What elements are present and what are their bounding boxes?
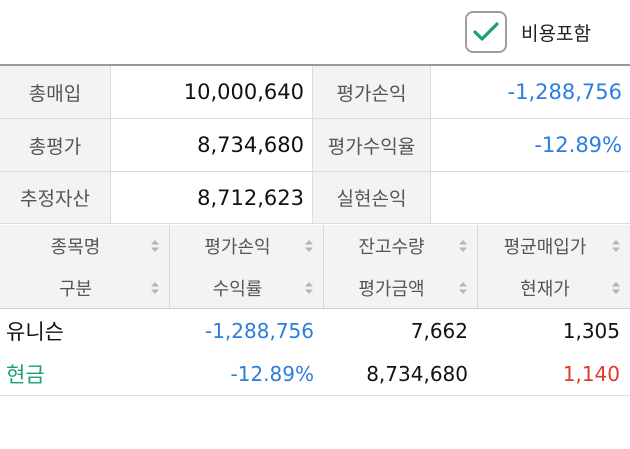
header-label: 수익률 — [212, 278, 263, 300]
table-header-row: 구분 수익률 평가금액 현재가 — [0, 267, 630, 309]
avg-price-cell: 1,305 — [562, 318, 620, 343]
sort-icon — [151, 281, 159, 294]
sort-header-avg-price[interactable]: 평균매입가 — [478, 225, 630, 267]
summary-row: 총매입 10,000,640 평가손익 -1,288,756 — [0, 66, 630, 119]
include-cost-label: 비용포함 — [521, 22, 591, 45]
total-eval-label: 총평가 — [0, 119, 111, 171]
total-eval-value: 8,734,680 — [111, 119, 313, 171]
header-label: 평가손익 — [204, 237, 271, 258]
realized-pl-label: 실현손익 — [313, 172, 431, 223]
sort-icon — [459, 240, 467, 252]
header-label: 구분 — [58, 278, 93, 300]
sort-header-quantity[interactable]: 잔고수량 — [324, 225, 478, 267]
eval-pl-label: 평가손익 — [313, 66, 431, 118]
sort-icon — [612, 281, 620, 294]
eval-return-label: 평가수익율 — [313, 119, 431, 171]
est-assets-value: 8,712,623 — [111, 172, 313, 223]
sort-header-category[interactable]: 구분 — [0, 267, 170, 308]
realized-pl-value — [431, 172, 630, 223]
include-cost-checkbox[interactable] — [465, 11, 507, 53]
table-row: 유니슨 -1,288,756 7,662 1,305 — [0, 309, 630, 352]
table-header-row: 종목명 평가손익 잔고수량 평균매입가 — [0, 225, 630, 267]
checkmark-icon — [473, 22, 499, 41]
sort-icon — [305, 240, 313, 252]
stock-name: 유니슨 — [6, 319, 64, 344]
summary-row: 총평가 8,734,680 평가수익율 -12.89% — [0, 119, 630, 172]
summary-row: 추정자산 8,712,623 실현손익 — [0, 172, 630, 224]
account-summary: 총매입 10,000,640 평가손익 -1,288,756 총평가 8,734… — [0, 66, 630, 224]
total-purchase-value: 10,000,640 — [111, 66, 313, 118]
eval-pl-value: -1,288,756 — [507, 80, 622, 104]
return-rate-cell: -12.89% — [170, 352, 324, 395]
header-label: 평가금액 — [358, 278, 425, 300]
header-label: 평균매입가 — [503, 237, 587, 258]
eval-return-value: -12.89% — [534, 133, 622, 157]
eval-amount-cell: 8,734,680 — [366, 361, 468, 386]
sort-header-eval-pl[interactable]: 평가손익 — [170, 225, 324, 267]
options-bar: 비용포함 — [0, 0, 630, 66]
header-label: 종목명 — [50, 237, 101, 258]
include-cost-toggle[interactable]: 비용포함 — [465, 11, 591, 53]
total-purchase-label: 총매입 — [0, 66, 111, 118]
table-row: 현금 -12.89% 8,734,680 1,140 — [0, 352, 630, 395]
header-label: 잔고수량 — [358, 237, 425, 258]
holdings-table: 종목명 평가손익 잔고수량 평균매입가 구분 수익률 평가금액 현재가 유니슨 … — [0, 225, 630, 396]
sort-header-stock-name[interactable]: 종목명 — [0, 225, 170, 267]
category-cell: 현금 — [6, 362, 45, 387]
holding-item[interactable]: 유니슨 -1,288,756 7,662 1,305 현금 -12.89% 8,… — [0, 309, 630, 396]
sort-icon — [612, 240, 620, 252]
sort-icon — [151, 240, 159, 252]
sort-icon — [459, 281, 467, 294]
sort-header-return-rate[interactable]: 수익률 — [170, 267, 324, 308]
header-label: 현재가 — [520, 278, 570, 300]
sort-icon — [305, 281, 313, 294]
eval-pl-cell: -1,288,756 — [170, 309, 324, 352]
current-price-cell: 1,140 — [562, 361, 620, 386]
est-assets-label: 추정자산 — [0, 172, 111, 223]
sort-header-current-price[interactable]: 현재가 — [478, 267, 630, 308]
sort-header-eval-amount[interactable]: 평가금액 — [324, 267, 478, 308]
quantity-cell: 7,662 — [410, 318, 468, 343]
